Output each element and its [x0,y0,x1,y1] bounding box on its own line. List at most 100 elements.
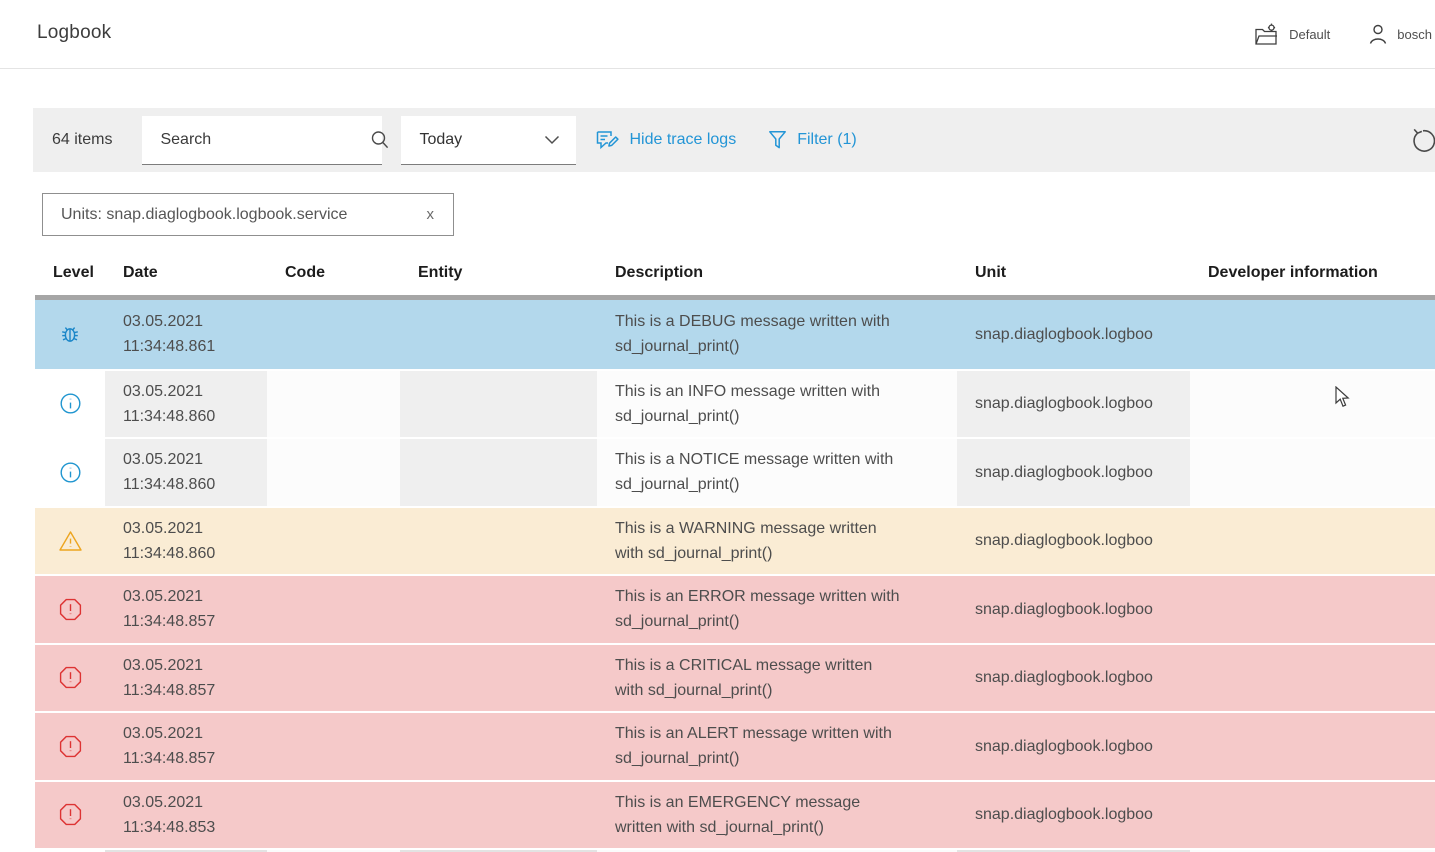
filter-button[interactable]: Filter (1) [768,130,857,151]
entity-cell [400,371,597,438]
user-label: bosch [1397,27,1432,42]
code-cell [267,576,400,643]
time-value: 11:34:48.857 [123,746,267,771]
description-cell: This is a NOTICE message written with sd… [597,439,957,506]
time-value: 11:34:48.853 [123,815,267,840]
description-cell: This is an INFO message written with sd_… [597,371,957,438]
column-header-entity[interactable]: Entity [400,264,597,282]
unit-cell: snap.diaglogbook.logboo [957,713,1190,780]
page-title: Logbook [37,22,111,44]
developer-info-cell [1190,713,1435,780]
column-header-date[interactable]: Date [105,264,267,282]
table-row[interactable]: 03.05.202111:34:48.853 This is an EMERGEN… [35,780,1435,849]
unit-cell: snap.diaglogbook.logboo [957,371,1190,438]
column-header-unit[interactable]: Unit [957,264,1190,282]
developer-info-cell [1190,439,1435,506]
table-row[interactable]: 03.05.202111:34:48.860 This is an INFO me… [35,369,1435,438]
error-icon [59,803,82,826]
level-cell [35,645,105,712]
table-row[interactable]: 03.05.202111:34:48.860 This is a NOTICE m… [35,437,1435,506]
items-count: 64 items [52,131,112,149]
column-header-code[interactable]: Code [267,264,400,282]
partial-cell [597,850,957,852]
code-cell [267,439,400,506]
filter-label: Filter (1) [797,131,857,149]
reset-button[interactable] [1408,126,1435,156]
date-value: 03.05.2021 [123,653,267,678]
warning-icon [58,530,83,552]
code-cell [267,782,400,849]
column-header-level[interactable]: Level [35,264,105,282]
date-cell: 03.05.202111:34:48.857 [105,713,267,780]
bug-icon [58,321,82,347]
info-icon [59,461,82,484]
error-icon [59,735,82,758]
code-cell [267,508,400,575]
table-header: Level Date Code Entity Description Unit … [35,250,1435,295]
description-cell: This is an ALERT message written with sd… [597,713,957,780]
partial-cell [267,850,400,852]
table-body: 03.05.202111:34:48.861 This is a DEBUG me… [35,300,1435,852]
chevron-down-icon [544,135,560,145]
developer-info-cell [1190,508,1435,575]
topbar-actions: Default bosch [1254,0,1432,68]
date-cell: 03.05.202111:34:48.860 [105,371,267,438]
code-cell [267,645,400,712]
top-bar: Logbook Default [0,0,1435,69]
error-icon [59,666,82,689]
table-row[interactable]: 03.05.202111:34:48.861 This is a DEBUG me… [35,300,1435,369]
partial-cell [957,850,1190,852]
table-row[interactable]: 03.05.202111:34:48.860This is a WARNING … [35,506,1435,575]
entity-cell [400,645,597,712]
user-menu[interactable]: bosch [1368,23,1432,45]
date-value: 03.05.2021 [123,516,267,541]
date-cell: 03.05.202111:34:48.853 [105,782,267,849]
description-cell: This is an EMERGENCY message written wit… [597,782,957,849]
hide-trace-logs-button[interactable]: Hide trace logs [596,130,736,151]
chip-close-button[interactable]: x [423,204,439,225]
entity-cell [400,713,597,780]
date-value: 03.05.2021 [123,379,267,404]
description-cell: This is an ERROR message written with sd… [597,576,957,643]
entity-cell [400,300,597,369]
developer-info-cell [1190,576,1435,643]
unit-cell: snap.diaglogbook.logboo [957,782,1190,849]
date-value: 03.05.2021 [123,309,267,334]
date-range-value: Today [419,131,462,149]
table-row[interactable]: 03.05.202111:34:48.857This is an ERROR m… [35,574,1435,643]
date-cell: 03.05.202111:34:48.861 [105,300,267,369]
date-range-select[interactable]: Today [401,116,576,165]
unit-cell: snap.diaglogbook.logboo [957,300,1190,369]
unit-cell: snap.diaglogbook.logboo [957,576,1190,643]
profile-selector[interactable]: Default [1254,23,1330,46]
table-row-partial [35,848,1435,852]
filter-chip: Units: snap.diaglogbook.logbook.service … [42,193,454,236]
date-value: 03.05.2021 [123,790,267,815]
description-cell: This is a DEBUG message written with sd_… [597,300,957,369]
level-cell [35,713,105,780]
error-icon [59,598,82,621]
date-cell: 03.05.202111:34:48.860 [105,439,267,506]
logbook-app: Logbook Default [0,0,1435,852]
filter-funnel-icon [768,130,787,151]
time-value: 11:34:48.857 [123,609,267,634]
partial-cell [1190,850,1435,852]
column-header-developer-information[interactable]: Developer information [1190,264,1435,282]
partial-cell [105,850,267,852]
partial-cell [400,850,597,852]
date-value: 03.05.2021 [123,447,267,472]
entity-cell [400,576,597,643]
time-value: 11:34:48.860 [123,472,267,497]
profile-label: Default [1289,27,1330,42]
entity-cell [400,508,597,575]
partial-cell [35,850,105,852]
developer-info-cell [1190,645,1435,712]
column-header-description[interactable]: Description [597,264,957,282]
unit-cell: snap.diaglogbook.logboo [957,508,1190,575]
table-row[interactable]: 03.05.202111:34:48.857This is a CRITICAL… [35,643,1435,712]
developer-info-cell [1190,371,1435,438]
search-input[interactable] [158,130,369,150]
search-icon[interactable] [369,129,391,151]
date-cell: 03.05.202111:34:48.857 [105,645,267,712]
table-row[interactable]: 03.05.202111:34:48.857 This is an ALERT m… [35,711,1435,780]
